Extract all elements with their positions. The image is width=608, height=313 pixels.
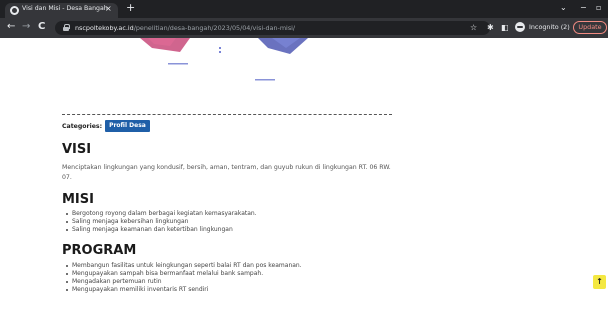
list-item: Membangun fasilitas untuk leingkungan se… [62, 262, 302, 270]
incognito-label[interactable]: Incognito (2) [529, 23, 570, 32]
side-panel-icon[interactable]: ◧ [501, 22, 509, 33]
close-tab-icon[interactable]: × [105, 4, 112, 14]
category-badge-link[interactable]: Profil Desa [105, 120, 150, 132]
categories-label: Categories: [62, 122, 103, 130]
minimize-icon[interactable]: − [580, 3, 587, 13]
visi-text: Menciptakan lingkungan yang kondusif, be… [62, 164, 391, 181]
misi-heading: MISI [62, 192, 94, 207]
program-list: Membangun fasilitas untuk leingkungan se… [62, 262, 302, 294]
scroll-to-top-button[interactable]: ↑ [593, 275, 606, 289]
new-tab-button[interactable]: + [126, 2, 135, 14]
tab-title: Visi dan Misi - Desa Bangah [22, 5, 108, 12]
list-item: Saling menjaga keamanan dan ketertiban l… [62, 226, 257, 234]
featured-image [140, 38, 308, 81]
browser-tab[interactable]: Visi dan Misi - Desa Bangah × [5, 3, 118, 18]
list-item: Mengadakan pertemuan rutin [62, 278, 302, 286]
tab-search-chevron-icon[interactable]: ⌄ [560, 3, 567, 13]
globe-favicon-icon [10, 6, 19, 15]
extensions-icon[interactable]: ✱ [487, 22, 494, 33]
address-bar[interactable]: nscpoltekoby.ac.id/penelitian/desa-banga… [55, 21, 490, 35]
bookmark-star-icon[interactable]: ☆ [470, 22, 477, 33]
misi-list: Bergotong royong dalam berbagai kegiatan… [62, 210, 257, 234]
visi-heading: VISI [62, 142, 92, 157]
list-item: Bergotong royong dalam berbagai kegiatan… [62, 210, 257, 218]
browser-tab-strip: Visi dan Misi - Desa Bangah × + ⌄ − ▫ [0, 0, 608, 18]
reload-button[interactable]: C [38, 21, 45, 33]
lock-icon[interactable] [63, 24, 70, 31]
update-button[interactable]: Update [573, 21, 607, 34]
url-text: nscpoltekoby.ac.id/penelitian/desa-banga… [75, 23, 295, 33]
forward-button[interactable]: → [22, 21, 30, 33]
list-item: Mengupayakan memiliki inventaris RT send… [62, 286, 302, 294]
incognito-icon[interactable] [515, 22, 525, 32]
browser-toolbar: ← → C nscpoltekoby.ac.id/penelitian/desa… [0, 18, 608, 38]
list-item: Saling menjaga kebersihan lingkungan [62, 218, 257, 226]
back-button[interactable]: ← [7, 21, 15, 33]
maximize-icon[interactable]: ▫ [596, 3, 601, 13]
list-item: Mengupayakan sampah bisa bermanfaat mela… [62, 270, 302, 278]
url-path: /penelitian/desa-bangah/2023/05/04/visi-… [133, 24, 296, 32]
url-host: nscpoltekoby.ac.id [75, 24, 134, 32]
divider [62, 114, 392, 115]
program-heading: PROGRAM [62, 243, 137, 258]
post-categories: Categories: Profil Desa [62, 120, 150, 132]
